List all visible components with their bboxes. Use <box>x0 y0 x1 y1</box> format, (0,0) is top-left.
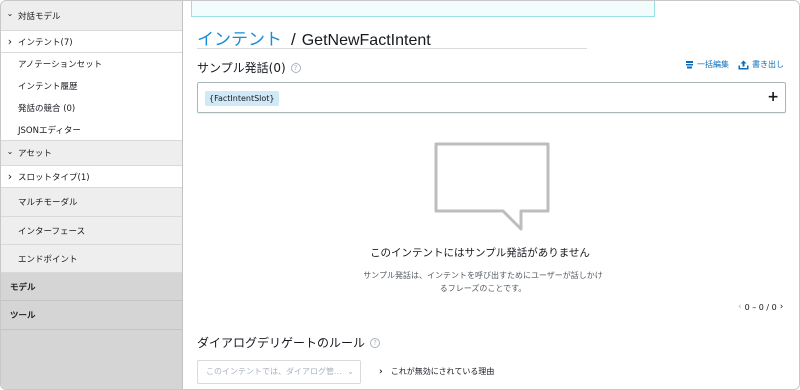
next-page-icon[interactable]: › <box>780 302 784 312</box>
speech-bubble-icon <box>434 142 550 231</box>
upload-icon <box>738 60 749 69</box>
disabled-reason-toggle[interactable]: › これが無効にされている理由 <box>379 366 494 377</box>
sidebar-item-model[interactable]: モデル <box>1 273 182 301</box>
sidebar-item-intent-history[interactable]: インテント履歴 <box>1 75 182 97</box>
page-title: インテント / GetNewFactIntent <box>197 25 587 49</box>
sidebar-item-label: アノテーションセット <box>18 60 103 70</box>
disabled-reason-label: これが無効にされている理由 <box>390 367 495 376</box>
help-icon[interactable]: ? <box>370 337 381 348</box>
sidebar-item-label: モデル <box>10 282 36 293</box>
sidebar-item-endpoint[interactable]: エンドポイント <box>1 245 182 273</box>
section-title: サンプル発話(0) <box>197 61 286 75</box>
main-content: インテント / GetNewFactIntent サンプル発話(0) ? 一括編… <box>183 1 799 389</box>
sidebar-item-label: インターフェース <box>18 226 86 237</box>
sidebar-item-slot-types[interactable]: › スロットタイプ(1) <box>1 166 182 188</box>
sidebar-item-label: マルチモーダル <box>18 198 78 208</box>
sidebar-item-label: エンドポイント <box>18 254 78 265</box>
sidebar-section-label: 対話モデル <box>18 11 61 22</box>
section-title: ダイアログデリゲートのルール <box>197 336 366 350</box>
dialog-delegation-select[interactable]: このインテントでは、ダイアログ管... ⌄ <box>197 360 361 384</box>
sidebar-item-json-editor[interactable]: JSONエディター <box>1 119 182 141</box>
chevron-right-icon: › <box>7 35 13 48</box>
chevron-down-icon: ⌄ <box>6 146 14 156</box>
sidebar-item-label: ツール <box>10 311 36 321</box>
dialog-delegation-header: ダイアログデリゲートのルール ? <box>197 334 381 351</box>
export-button[interactable]: 書き出し <box>738 59 784 70</box>
sidebar-item-label: インテント(7) <box>18 37 73 48</box>
pagination: ‹ 0 – 0 / 0 › <box>735 302 786 312</box>
previous-page-icon[interactable]: ‹ <box>738 302 742 312</box>
empty-state-description: サンプル発話は、インテントを呼び出すためにユーザーが話しかけるフレーズのことです… <box>363 271 603 293</box>
sample-utterance-input[interactable]: {FactIntentSlot} + <box>197 82 786 113</box>
sidebar-item-annotation-sets[interactable]: アノテーションセット <box>1 53 182 75</box>
sidebar-item-utterance-conflicts[interactable]: 発話の競合 (0) <box>1 97 182 119</box>
bulk-edit-label: 一括編集 <box>697 60 729 69</box>
breadcrumb-separator: / <box>291 30 296 49</box>
chevron-right-icon: › <box>379 366 383 377</box>
export-label: 書き出し <box>752 60 784 69</box>
sidebar-item-multimodal[interactable]: マルチモーダル <box>1 188 182 217</box>
sidebar-item-intents[interactable]: › インテント(7) <box>1 31 182 53</box>
sidebar-section-assets[interactable]: ⌄ アセット <box>1 141 182 166</box>
help-icon[interactable]: ? <box>290 62 301 73</box>
breadcrumb-intents-link[interactable]: インテント <box>197 25 282 50</box>
sidebar-item-label: JSONエディター <box>18 125 81 136</box>
sidebar-section-dialog-model[interactable]: ⌄ 対話モデル <box>1 1 182 31</box>
slot-chip[interactable]: {FactIntentSlot} <box>205 91 279 106</box>
sidebar-item-interfaces[interactable]: インターフェース <box>1 217 182 245</box>
sample-utterances-header: サンプル発話(0) ? <box>197 59 301 76</box>
sidebar-item-label: インテント履歴 <box>18 82 78 92</box>
app-frame: ⌄ 対話モデル › インテント(7) アノテーションセット インテント履歴 発話… <box>0 0 800 390</box>
sidebar-item-label: スロットタイプ(1) <box>18 172 90 183</box>
chevron-right-icon: › <box>7 170 13 183</box>
notification-banner <box>191 1 655 17</box>
empty-state-title: このインテントにはサンプル発話がありません <box>370 247 590 259</box>
sidebar-item-label: 発話の競合 (0) <box>18 104 76 114</box>
sidebar-section-label: アセット <box>18 149 52 159</box>
chevron-down-icon: ⌄ <box>6 9 14 18</box>
bulk-edit-icon <box>686 61 693 69</box>
sidebar: ⌄ 対話モデル › インテント(7) アノテーションセット インテント履歴 発話… <box>1 1 183 389</box>
pagination-label: 0 – 0 / 0 <box>744 302 777 312</box>
select-placeholder: このインテントでは、ダイアログ管... <box>206 367 342 376</box>
bulk-edit-button[interactable]: 一括編集 <box>685 59 729 70</box>
chevron-down-icon: ⌄ <box>347 367 354 376</box>
add-utterance-button[interactable]: + <box>767 89 779 105</box>
intent-name: GetNewFactIntent <box>301 32 431 49</box>
sidebar-item-tools[interactable]: ツール <box>1 301 182 330</box>
